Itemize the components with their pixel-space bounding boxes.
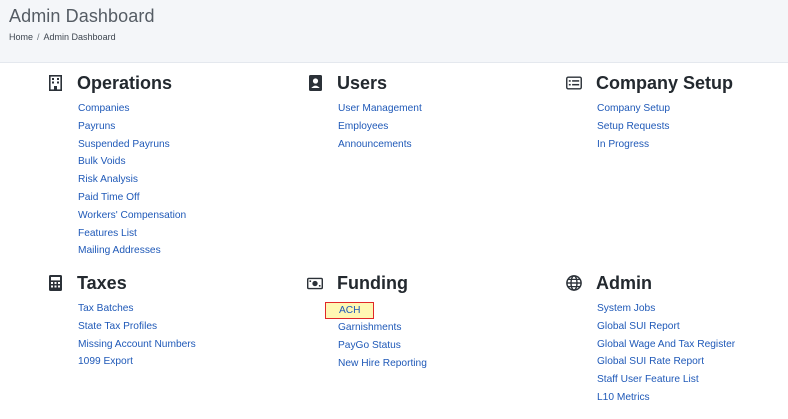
section-operations: Operations Companies Payruns Suspended P… (47, 72, 267, 260)
section-title: Company Setup (596, 72, 734, 93)
link-user-management[interactable]: User Management (338, 100, 527, 118)
link-missing-account-numbers[interactable]: Missing Account Numbers (78, 336, 267, 354)
link-announcements[interactable]: Announcements (338, 136, 527, 154)
link-in-progress[interactable]: In Progress (597, 136, 786, 154)
section-admin: Admin System Jobs Global SUI Report Glob… (566, 272, 786, 407)
section-taxes: Taxes Tax Batches State Tax Profiles Mis… (47, 272, 267, 371)
building-icon (47, 75, 63, 91)
link-employees[interactable]: Employees (338, 118, 527, 136)
link-staff-user-feature-list[interactable]: Staff User Feature List (597, 371, 786, 389)
link-payruns[interactable]: Payruns (78, 118, 267, 136)
link-system-jobs[interactable]: System Jobs (597, 300, 786, 318)
link-state-tax-profiles[interactable]: State Tax Profiles (78, 318, 267, 336)
link-new-hire-reporting[interactable]: New Hire Reporting (338, 355, 527, 373)
section-title: Users (337, 72, 388, 93)
section-funding: Funding ACH Garnishments PayGo Status Ne… (307, 272, 527, 372)
link-global-sui-report[interactable]: Global SUI Report (597, 318, 786, 336)
section-title: Admin (596, 272, 652, 293)
link-features-list[interactable]: Features List (78, 225, 267, 243)
calculator-icon (47, 275, 63, 291)
page-header: Admin Dashboard Home / Admin Dashboard (0, 0, 788, 63)
breadcrumb: Home / Admin Dashboard (9, 32, 116, 42)
link-paygo-status[interactable]: PayGo Status (338, 337, 527, 355)
money-bill-icon (307, 275, 323, 291)
section-company-setup: Company Setup Company Setup Setup Reques… (566, 72, 786, 153)
link-risk-analysis[interactable]: Risk Analysis (78, 171, 267, 189)
globe-icon (566, 275, 582, 291)
link-bulk-voids[interactable]: Bulk Voids (78, 153, 267, 171)
list-card-icon (566, 75, 582, 91)
link-ach[interactable]: ACH (325, 302, 374, 319)
link-mailing-addresses[interactable]: Mailing Addresses (78, 242, 267, 260)
link-1099-export[interactable]: 1099 Export (78, 353, 267, 371)
link-companies[interactable]: Companies (78, 100, 267, 118)
section-title: Funding (337, 272, 408, 293)
section-users: Users User Management Employees Announce… (307, 72, 527, 153)
link-l10-metrics[interactable]: L10 Metrics (597, 389, 786, 407)
link-garnishments[interactable]: Garnishments (338, 319, 527, 337)
link-setup-requests[interactable]: Setup Requests (597, 118, 786, 136)
section-title: Taxes (77, 272, 127, 293)
breadcrumb-separator: / (37, 32, 40, 42)
link-suspended-payruns[interactable]: Suspended Payruns (78, 136, 267, 154)
link-global-sui-rate-report[interactable]: Global SUI Rate Report (597, 353, 786, 371)
link-company-setup[interactable]: Company Setup (597, 100, 786, 118)
section-title: Operations (77, 72, 173, 93)
user-badge-icon (307, 75, 323, 91)
page-title: Admin Dashboard (9, 6, 155, 26)
link-workers-compensation[interactable]: Workers' Compensation (78, 207, 267, 225)
link-paid-time-off[interactable]: Paid Time Off (78, 189, 267, 207)
link-tax-batches[interactable]: Tax Batches (78, 300, 267, 318)
link-global-wage-and-tax-register[interactable]: Global Wage And Tax Register (597, 336, 786, 354)
breadcrumb-current: Admin Dashboard (43, 32, 116, 42)
breadcrumb-home-link[interactable]: Home (9, 32, 33, 42)
